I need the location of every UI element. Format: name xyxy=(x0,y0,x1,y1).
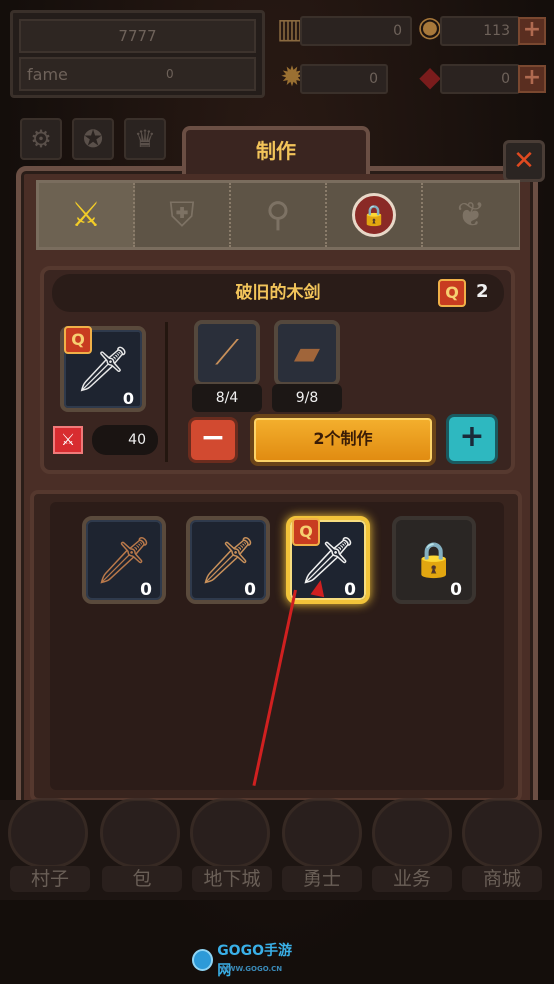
quality-icon: Q xyxy=(64,326,92,354)
lock-icon: 🔒 xyxy=(352,193,396,237)
tab-locked[interactable]: 🔒 xyxy=(327,183,423,247)
attack-power-value: 40 xyxy=(92,425,158,455)
quality-label: Q xyxy=(299,522,313,541)
material-stick-count: 8/4 xyxy=(192,384,262,412)
settings-button[interactable]: ⚙ xyxy=(20,118,62,160)
add-coins-button[interactable]: + xyxy=(518,17,546,45)
craft-button[interactable]: 2个制作 xyxy=(250,414,436,466)
decrease-quantity-button[interactable]: − xyxy=(188,417,238,463)
attack-power-icon: ⚔ xyxy=(53,426,83,454)
nav-tab-village[interactable]: 村子 xyxy=(10,866,90,892)
minus-icon: − xyxy=(200,420,226,455)
lock-glyph: 🔒 xyxy=(361,203,387,227)
item-count: 0 xyxy=(450,580,462,600)
increase-quantity-button[interactable]: + xyxy=(446,414,498,464)
quality-icon: Q xyxy=(292,518,320,546)
panel-divider xyxy=(165,322,168,462)
plus-icon: + xyxy=(522,65,542,90)
item-slot-wooden-sword-2[interactable]: 🗡 0 xyxy=(186,516,270,604)
item-slot-locked[interactable]: 🔒 0 xyxy=(392,516,476,604)
watermark-subtext: WWW.GOGO.CN xyxy=(220,965,283,973)
gear-value: 0 xyxy=(369,71,378,87)
nav-tab-hero[interactable]: 勇士 xyxy=(282,866,362,892)
crafted-item-count: 0 xyxy=(122,389,134,408)
lock-icon: 🔒 xyxy=(412,540,456,580)
item-count: 0 xyxy=(140,580,152,600)
nav-bag-icon xyxy=(100,798,180,868)
nav-tab-business[interactable]: 业务 xyxy=(372,866,452,892)
shield-icon: ⛨ xyxy=(169,195,195,235)
tab-shield[interactable]: ⛨ xyxy=(135,183,231,247)
watermark-text: GOGO手游网 xyxy=(217,943,292,979)
stick-icon: ⟋ xyxy=(215,333,239,373)
pet-icon: ❦ xyxy=(456,195,486,235)
sword-icon: ⚔ xyxy=(70,195,102,235)
watermark-logo-icon xyxy=(192,949,214,971)
fame-value: 0 xyxy=(166,67,174,81)
watermark: GOGO手游网 WWW.GOGO.CN xyxy=(192,943,302,979)
plus-icon: + xyxy=(459,419,485,454)
tab-sword[interactable]: ⚔ xyxy=(39,183,135,247)
tab-pet[interactable]: ❦ xyxy=(423,183,519,247)
fame-label: fame xyxy=(27,65,68,84)
nav-village-icon xyxy=(8,798,88,868)
achievements-button[interactable]: ✪ xyxy=(72,118,114,160)
main-stat-value: 7777 xyxy=(118,27,157,45)
item-count: 0 xyxy=(344,580,356,600)
plus-icon: + xyxy=(522,17,542,42)
close-button[interactable]: ✕ xyxy=(503,140,545,182)
gem-value: 0 xyxy=(501,71,510,87)
gem-counter: 0 xyxy=(440,64,520,94)
player-stats-panel: 7777 fame 0 xyxy=(10,10,265,98)
nav-hero-icon xyxy=(282,798,362,868)
window-title: 制作 xyxy=(182,126,370,174)
fame-row: fame 0 xyxy=(19,57,256,91)
material-wood-slot[interactable]: ▰ xyxy=(274,320,340,386)
material-wood-count: 9/8 xyxy=(272,384,342,412)
coin-counter: 113 xyxy=(440,16,520,46)
wood-icon: ▰ xyxy=(293,333,321,373)
quality-label: Q xyxy=(445,283,459,302)
crown-icon: ♛ xyxy=(134,125,156,153)
ranking-button[interactable]: ♛ xyxy=(124,118,166,160)
item-name: 破旧的木剑 xyxy=(235,283,321,303)
item-count: 0 xyxy=(244,580,256,600)
coin-value: 113 xyxy=(483,23,510,39)
item-slot-wooden-sword-1[interactable]: 🗡 0 xyxy=(82,516,166,604)
quality-label: Q xyxy=(71,330,85,349)
gear-icon: ⚙ xyxy=(30,125,52,153)
gear-counter: 0 xyxy=(300,64,388,94)
item-name-bar: 破旧的木剑 xyxy=(52,274,504,312)
badge-icon: ✪ xyxy=(82,125,104,153)
category-tab-bar: ⚔ ⛨ ⚲ 🔒 ❦ xyxy=(36,180,520,250)
nav-tab-shop[interactable]: 商城 xyxy=(462,866,542,892)
net-icon: ⚲ xyxy=(265,195,291,235)
nav-tab-dungeon[interactable]: 地下城 xyxy=(192,866,272,892)
close-icon: ✕ xyxy=(513,146,535,176)
quality-level: 2 xyxy=(476,281,489,302)
material-wood-count-text: 9/8 xyxy=(295,390,319,406)
nav-dungeon-icon xyxy=(190,798,270,868)
tab-net[interactable]: ⚲ xyxy=(231,183,327,247)
gold-bar-value: 0 xyxy=(393,23,402,39)
main-stat-row: 7777 xyxy=(19,19,256,53)
nav-business-icon xyxy=(372,798,452,868)
gold-bar-counter: 0 xyxy=(300,16,412,46)
material-stick-slot[interactable]: ⟋ xyxy=(194,320,260,386)
add-gems-button[interactable]: + xyxy=(518,65,546,93)
material-stick-count-text: 8/4 xyxy=(215,390,239,406)
quality-icon: Q xyxy=(438,279,466,307)
craft-button-label: 2个制作 xyxy=(313,429,373,448)
nav-tab-bag[interactable]: 包 xyxy=(102,866,182,892)
nav-shop-icon xyxy=(462,798,542,868)
window-title-text: 制作 xyxy=(256,139,296,163)
